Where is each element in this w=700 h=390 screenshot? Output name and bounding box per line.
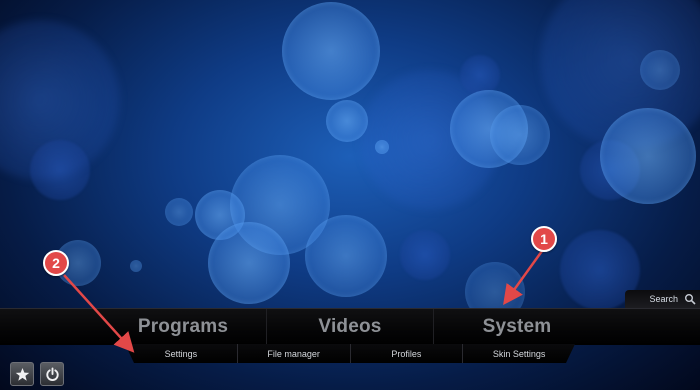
system-sub-menu: Settings File manager Profiles Skin Sett… <box>125 344 575 363</box>
search-bar[interactable]: Search <box>625 290 700 308</box>
menu-item-videos[interactable]: Videos <box>266 309 433 345</box>
main-menu: Programs Videos System <box>0 308 700 345</box>
favourites-button[interactable] <box>10 362 34 386</box>
search-icon[interactable] <box>684 293 696 305</box>
annotation-badge-2: 2 <box>43 250 69 276</box>
sub-item-profiles[interactable]: Profiles <box>351 344 464 363</box>
search-label: Search <box>649 294 678 304</box>
menu-item-programs[interactable]: Programs <box>100 309 266 345</box>
annotation-badge-1: 1 <box>531 226 557 252</box>
star-icon <box>15 367 29 381</box>
power-icon <box>45 366 59 381</box>
sub-item-file-manager[interactable]: File manager <box>238 344 351 363</box>
power-button[interactable] <box>40 362 64 386</box>
menu-item-system[interactable]: System <box>433 309 600 345</box>
sub-item-settings[interactable]: Settings <box>125 344 238 363</box>
sub-item-skin-settings[interactable]: Skin Settings <box>463 344 575 363</box>
